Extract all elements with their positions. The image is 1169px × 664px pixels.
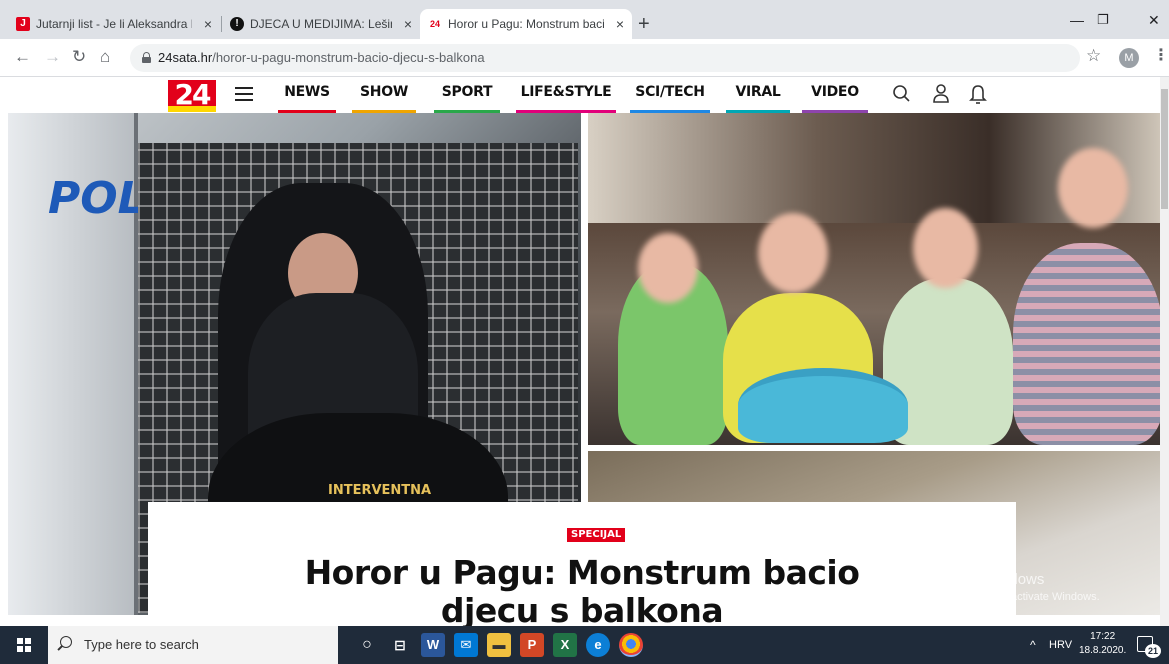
- headline-line-2: djecu s balkona: [440, 591, 724, 630]
- interventna-lettering: INTERVENTNA: [328, 483, 432, 498]
- tab-title: Horor u Pagu: Monstrum bacio d: [448, 17, 604, 31]
- blurred-face: [638, 233, 698, 303]
- logo-underline: [168, 106, 216, 112]
- taskbar-search[interactable]: Type here to search: [48, 626, 338, 664]
- photo-children-birthday[interactable]: [588, 113, 1161, 445]
- nav-label: LIFE&STYLE: [520, 84, 612, 100]
- lock-icon[interactable]: [142, 52, 151, 63]
- task-view-icon[interactable]: ⊟: [388, 633, 412, 657]
- nav-video[interactable]: VIDEO: [802, 77, 868, 113]
- edge-icon[interactable]: e: [586, 633, 610, 657]
- nav-label: SPORT: [441, 84, 493, 100]
- nav-scitech[interactable]: SCI/TECH: [630, 77, 710, 113]
- menu-kebab-icon[interactable]: ⋮: [1153, 47, 1169, 65]
- back-arrow-icon[interactable]: ←: [14, 48, 31, 66]
- language-indicator[interactable]: HRV: [1049, 626, 1072, 664]
- address-bar[interactable]: 24sata.hr/horor-u-pagu-monstrum-bacio-dj…: [130, 44, 1080, 72]
- nav-lifestyle[interactable]: LIFE&STYLE: [516, 77, 616, 113]
- browser-tab-djeca[interactable]: ! DJECA U MEDIJIMA: Lešinarenju ×: [222, 9, 420, 39]
- reload-icon[interactable]: ↻: [72, 48, 86, 66]
- nav-viral[interactable]: VIRAL: [726, 77, 790, 113]
- search-placeholder: Type here to search: [84, 637, 199, 652]
- start-button[interactable]: [0, 626, 48, 664]
- headline-line-1: Horor u Pagu: Monstrum bacio: [304, 553, 860, 592]
- child-4: [1013, 243, 1161, 445]
- scrollbar-thumb[interactable]: [1161, 89, 1168, 209]
- search-icon[interactable]: [892, 83, 912, 110]
- jutarnji-favicon-icon: J: [16, 17, 30, 31]
- tray-chevron-up-icon[interactable]: ^: [1030, 626, 1036, 664]
- plus-icon[interactable]: +: [638, 14, 650, 34]
- close-icon[interactable]: ✕: [1148, 12, 1160, 29]
- taskbar-clock[interactable]: 17:22 18.8.2020.: [1079, 630, 1126, 658]
- blurred-face: [758, 213, 828, 293]
- restore-icon[interactable]: ❐: [1097, 12, 1109, 28]
- blurred-face: [1058, 148, 1128, 228]
- minimize-icon[interactable]: —: [1070, 12, 1084, 28]
- nav-show[interactable]: SHOW: [352, 77, 416, 113]
- info-favicon-icon: !: [230, 17, 244, 31]
- activate-windows-watermark: Activate Windows Go to Settings to activ…: [926, 571, 1100, 603]
- category-badge[interactable]: SPECIJAL: [567, 528, 626, 542]
- clock-date: 18.8.2020.: [1079, 645, 1127, 656]
- nav-label: VIDEO: [811, 84, 859, 100]
- profile-avatar[interactable]: M: [1119, 48, 1139, 68]
- article-headline-card[interactable]: SPECIJAL Horor u Pagu: Monstrum bacio dj…: [148, 502, 1016, 630]
- nav-sport[interactable]: SPORT: [434, 77, 500, 113]
- birthday-cake: [738, 368, 908, 443]
- watermark-title: Activate Windows: [926, 571, 1045, 588]
- blurred-face: [913, 208, 978, 288]
- tab-close-icon[interactable]: ×: [204, 9, 212, 39]
- bell-icon[interactable]: [968, 83, 988, 110]
- site-header: 24 NEWS SHOW SPORT LIFE&STYLE SCI/TECH V…: [0, 77, 1160, 113]
- 24sata-logo[interactable]: 24: [168, 80, 216, 112]
- windows-taskbar: Type here to search ○ ⊟ W ✉ ▬ P X e ^ HR…: [0, 626, 1169, 664]
- cortana-icon[interactable]: ○: [355, 633, 379, 657]
- watermark-subtitle: Go to Settings to activate Windows.: [926, 591, 1100, 603]
- search-icon: [60, 636, 72, 648]
- tab-close-icon[interactable]: ×: [616, 9, 624, 39]
- tab-title: DJECA U MEDIJIMA: Lešinarenju: [250, 17, 392, 31]
- notification-badge: 21: [1145, 644, 1161, 658]
- chrome-icon[interactable]: [619, 633, 643, 657]
- nav-label: SCI/TECH: [635, 84, 705, 100]
- nav-label: VIRAL: [735, 84, 781, 100]
- excel-icon[interactable]: X: [553, 633, 577, 657]
- 24sata-favicon-icon: 24: [428, 17, 442, 31]
- hamburger-menu-icon[interactable]: [235, 87, 253, 101]
- url-text: 24sata.hr/horor-u-pagu-monstrum-bacio-dj…: [158, 50, 485, 65]
- browser-tab-strip: J Jutarnji list - Je li Aleksandra Pop ×…: [0, 0, 1169, 39]
- user-icon[interactable]: [931, 83, 951, 110]
- tab-close-icon[interactable]: ×: [404, 9, 412, 39]
- page-scrollbar[interactable]: [1160, 77, 1169, 626]
- browser-tab-horor-active[interactable]: 24 Horor u Pagu: Monstrum bacio d ×: [420, 9, 632, 39]
- file-explorer-icon[interactable]: ▬: [487, 633, 511, 657]
- nav-label: SHOW: [360, 84, 408, 100]
- powerpoint-icon[interactable]: P: [520, 633, 544, 657]
- article-headline[interactable]: Horor u Pagu: Monstrum bacio djecu s bal…: [148, 554, 1016, 630]
- forward-arrow-icon[interactable]: →: [44, 48, 61, 66]
- browser-tab-jutarnji[interactable]: J Jutarnji list - Je li Aleksandra Pop ×: [8, 9, 220, 39]
- word-icon[interactable]: W: [421, 633, 445, 657]
- bookmark-star-icon[interactable]: ☆: [1086, 47, 1101, 65]
- van-door: POLI: [8, 113, 162, 615]
- home-icon[interactable]: ⌂: [100, 48, 110, 66]
- nav-news[interactable]: NEWS: [278, 77, 336, 113]
- nav-label: NEWS: [284, 84, 330, 100]
- windows-logo-icon: [17, 638, 31, 652]
- clock-time: 17:22: [1090, 631, 1116, 642]
- browser-toolbar: ← → ↻ ⌂ 24sata.hr/horor-u-pagu-monstrum-…: [0, 39, 1169, 77]
- mail-icon[interactable]: ✉: [454, 633, 478, 657]
- tab-title: Jutarnji list - Je li Aleksandra Pop: [36, 17, 192, 31]
